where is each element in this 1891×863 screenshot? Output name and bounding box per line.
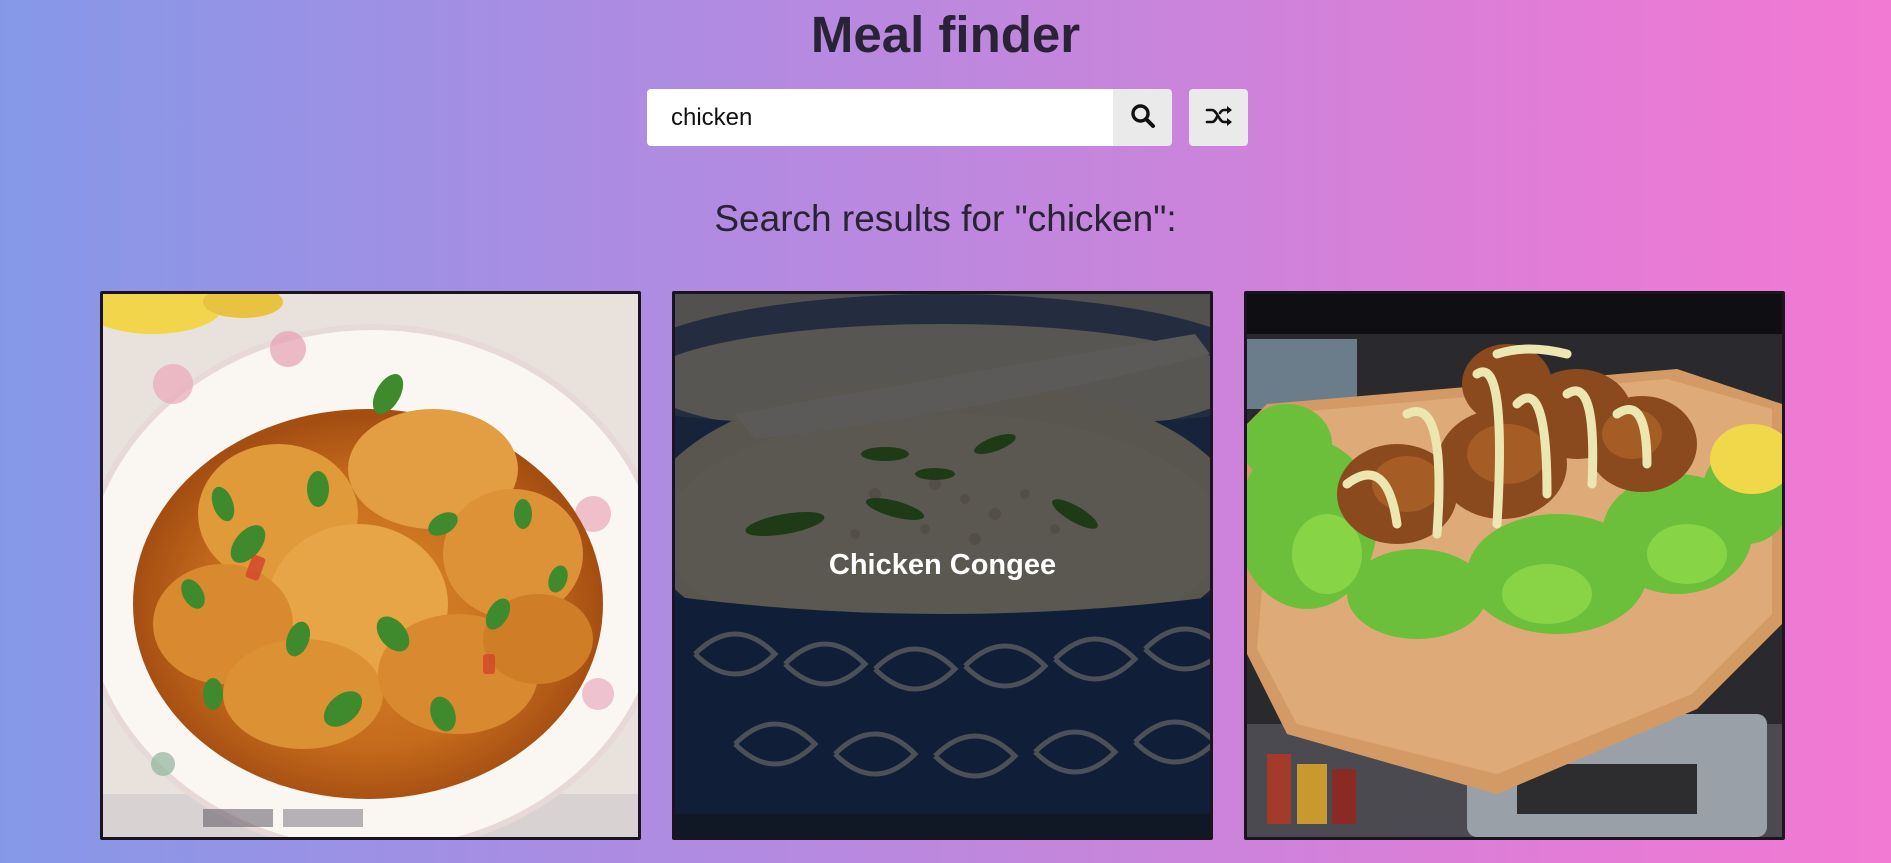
shuffle-icon bbox=[1205, 105, 1233, 130]
page-title: Meal finder bbox=[810, 6, 1081, 63]
meal-card[interactable]: Chicken Congee bbox=[672, 291, 1213, 840]
search-input[interactable] bbox=[647, 89, 1113, 146]
meal-overlay: Chicken Congee bbox=[675, 294, 1210, 837]
meal-card[interactable] bbox=[1244, 291, 1785, 840]
results-heading: Search results for "chicken": bbox=[714, 198, 1177, 239]
random-meal-button[interactable] bbox=[1189, 89, 1248, 146]
meals-grid: Chicken Congee bbox=[100, 291, 1785, 840]
search-button[interactable] bbox=[1113, 89, 1172, 146]
meal-name: Chicken Congee bbox=[828, 549, 1057, 581]
meal-card[interactable] bbox=[100, 291, 641, 840]
search-form bbox=[647, 89, 1248, 146]
search-icon bbox=[1130, 103, 1156, 132]
